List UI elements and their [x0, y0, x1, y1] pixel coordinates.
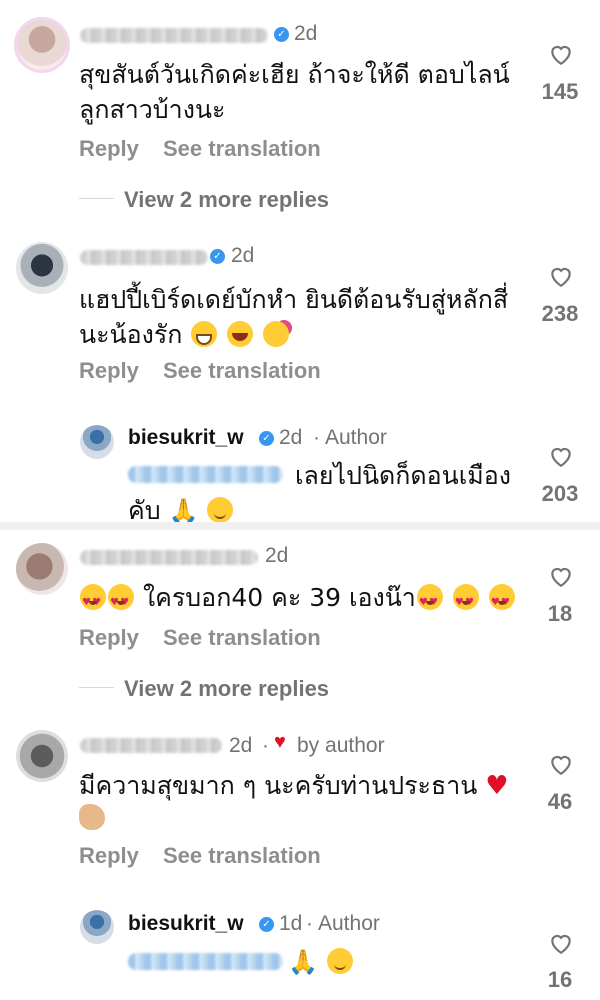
view-more-replies-button[interactable]: View 2 more replies: [124, 676, 329, 702]
heart-outline-icon[interactable]: [548, 752, 574, 776]
timestamp: 2d: [294, 22, 318, 45]
heart-eyes-icon: [488, 584, 515, 620]
heart-outline-icon[interactable]: [548, 931, 574, 955]
author-username[interactable]: biesukrit_w: [128, 912, 244, 936]
smiling-face-icon: [207, 497, 234, 523]
author-liked-heart-icon: ♥: [274, 731, 286, 753]
like-count: 18: [547, 601, 573, 626]
avatar[interactable]: [14, 17, 70, 73]
view-more-replies-button[interactable]: View 2 more replies: [124, 187, 329, 213]
verified-badge-icon: ✓: [274, 27, 289, 42]
author-label: Author: [325, 426, 387, 449]
heart-eyes-icon: [416, 584, 443, 620]
reply-text: เลยไปนิดก็ดอนเมือง คับ 🙏: [128, 461, 512, 525]
like-count: 16: [547, 967, 573, 992]
see-translation-button[interactable]: See translation: [163, 358, 321, 384]
like-count: 203: [541, 481, 579, 506]
author-avatar[interactable]: [80, 910, 114, 944]
grinning-face-icon: [191, 321, 218, 347]
like-count: 238: [541, 301, 579, 326]
comment-text: มีความสุขมาก ๆ นะครับท่านประธาน ♥: [79, 768, 539, 839]
timestamp: 2d: [229, 734, 253, 757]
timestamp: 2d: [265, 544, 289, 567]
reply-text: 🙏: [288, 944, 354, 980]
folded-hands-icon: 🙏: [288, 948, 318, 976]
comment-text: แฮปปี้เบิร์ดเดย์บักหำ ยินดีต้อนรับสู่หลั…: [79, 285, 509, 349]
verified-badge-icon: ✓: [259, 431, 274, 446]
separator-dot: ·: [313, 426, 320, 449]
separator-dot: ·: [262, 734, 269, 757]
heart-outline-icon[interactable]: [548, 42, 574, 66]
username-blurred[interactable]: [80, 28, 268, 43]
author-username[interactable]: biesukrit_w: [128, 426, 244, 450]
flexed-biceps-icon: [79, 804, 105, 830]
timestamp: 1d: [279, 912, 303, 935]
timestamp: 2d: [231, 244, 255, 267]
author-avatar[interactable]: [80, 425, 114, 459]
see-translation-button[interactable]: See translation: [163, 843, 321, 869]
mention-blurred[interactable]: [128, 953, 283, 970]
reply-button[interactable]: Reply: [79, 136, 139, 162]
heart-outline-icon[interactable]: [548, 564, 574, 588]
smiling-face-icon: [326, 948, 353, 974]
like-count: 46: [547, 789, 573, 814]
see-translation-button[interactable]: See translation: [163, 136, 321, 162]
thread-separator: [0, 522, 600, 530]
verified-badge-icon: ✓: [259, 917, 274, 932]
replies-divider: [79, 687, 114, 688]
liked-by-author-label: by author: [297, 734, 385, 757]
avatar[interactable]: [16, 242, 68, 294]
heart-eyes-icon: [108, 584, 134, 620]
reply-button[interactable]: Reply: [79, 358, 139, 384]
replies-divider: [79, 198, 114, 199]
comment-text: สุขสันต์วันเกิดค่ะเฮีย ถ้าจะให้ดี ตอบไลน…: [79, 60, 510, 124]
avatar[interactable]: [16, 730, 68, 782]
heart-eyes-icon: [452, 584, 479, 620]
reply-button[interactable]: Reply: [79, 625, 139, 651]
red-heart-icon: ♥: [485, 771, 509, 801]
username-blurred[interactable]: [80, 550, 258, 565]
see-translation-button[interactable]: See translation: [163, 625, 321, 651]
like-count: 145: [541, 79, 579, 104]
author-label: Author: [318, 912, 380, 935]
timestamp: 2d: [279, 426, 303, 449]
reply-button[interactable]: Reply: [79, 843, 139, 869]
laughing-face-icon: [227, 321, 254, 347]
username-blurred[interactable]: [80, 250, 208, 265]
partying-face-icon: [263, 321, 290, 347]
heart-outline-icon[interactable]: [548, 444, 574, 468]
folded-hands-icon: 🙏: [168, 497, 199, 525]
verified-badge-icon: ✓: [210, 249, 225, 264]
separator-dot: ·: [306, 912, 313, 935]
heart-outline-icon[interactable]: [548, 264, 574, 288]
avatar[interactable]: [16, 543, 68, 595]
username-blurred[interactable]: [80, 738, 222, 753]
heart-eyes-icon: [80, 584, 106, 620]
comment-text: ใครบอก40 คะ 39 เองน๊า: [79, 580, 539, 620]
